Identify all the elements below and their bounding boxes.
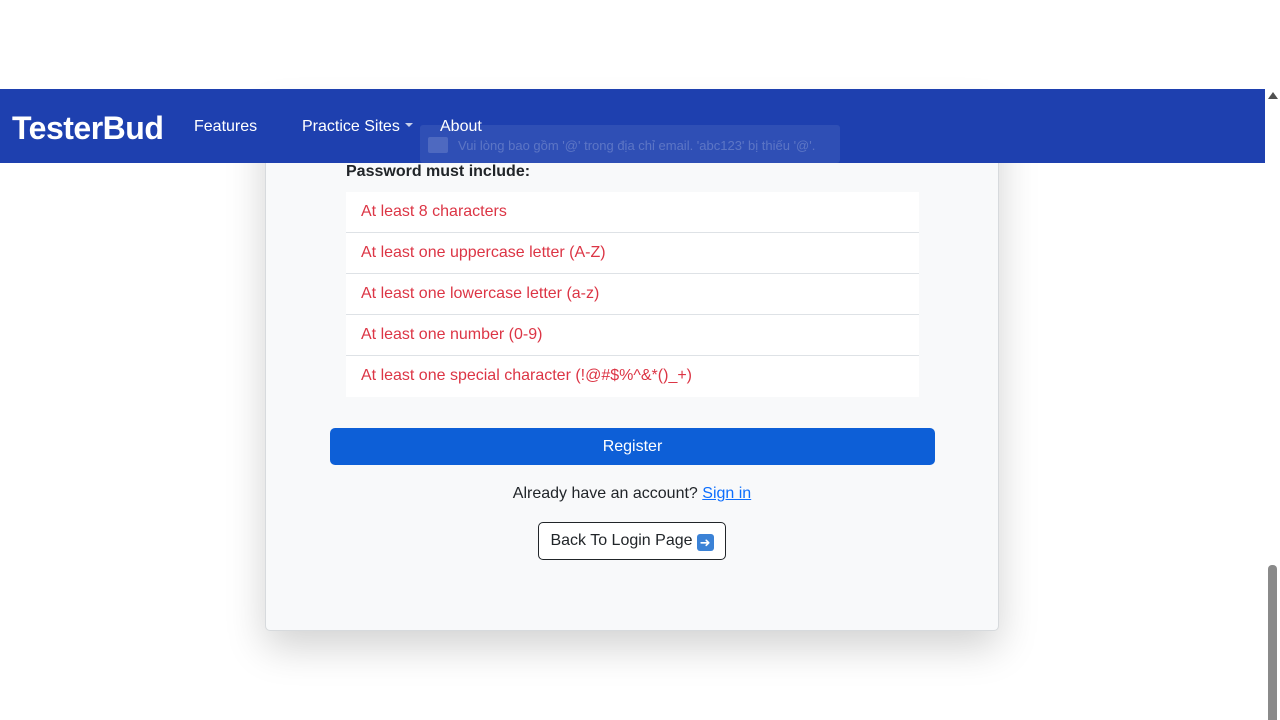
nav-practice-sites[interactable]: Practice Sites: [302, 117, 413, 137]
password-requirements-list: At least 8 characters At least one upper…: [346, 192, 919, 397]
page: Password must include: At least 8 charac…: [0, 0, 1280, 720]
scroll-up-arrow-icon[interactable]: [1268, 92, 1278, 99]
brand-logo[interactable]: TesterBud: [12, 109, 164, 147]
back-to-login-button[interactable]: Back To Login Page ➜: [538, 522, 726, 560]
back-to-login-label: Back To Login Page: [550, 532, 693, 549]
register-button[interactable]: Register: [330, 428, 935, 465]
validation-tooltip-text: Vui lòng bao gồm '@' trong địa chỉ email…: [458, 138, 816, 153]
warning-icon: [428, 137, 448, 153]
validation-tooltip: Vui lòng bao gồm '@' trong địa chỉ email…: [420, 125, 840, 163]
requirement-number: At least one number (0-9): [346, 315, 919, 356]
signin-link[interactable]: Sign in: [702, 485, 751, 502]
chevron-down-icon: [404, 123, 413, 127]
requirement-min-length: At least 8 characters: [346, 192, 919, 233]
requirement-lowercase: At least one lowercase letter (a-z): [346, 274, 919, 315]
requirement-special-char: At least one special character (!@#$%^&*…: [346, 356, 919, 397]
signin-prompt: Already have an account?: [512, 485, 698, 502]
requirement-uppercase: At least one uppercase letter (A-Z): [346, 233, 919, 274]
right-arrow-icon: ➜: [696, 534, 714, 551]
nav-practice-sites-label: Practice Sites: [302, 118, 400, 135]
scrollbar-thumb[interactable]: [1268, 565, 1277, 720]
password-requirements-heading: Password must include:: [346, 163, 531, 180]
nav-features[interactable]: Features: [194, 117, 257, 137]
signin-row: Already have an account? Sign in: [265, 485, 999, 503]
